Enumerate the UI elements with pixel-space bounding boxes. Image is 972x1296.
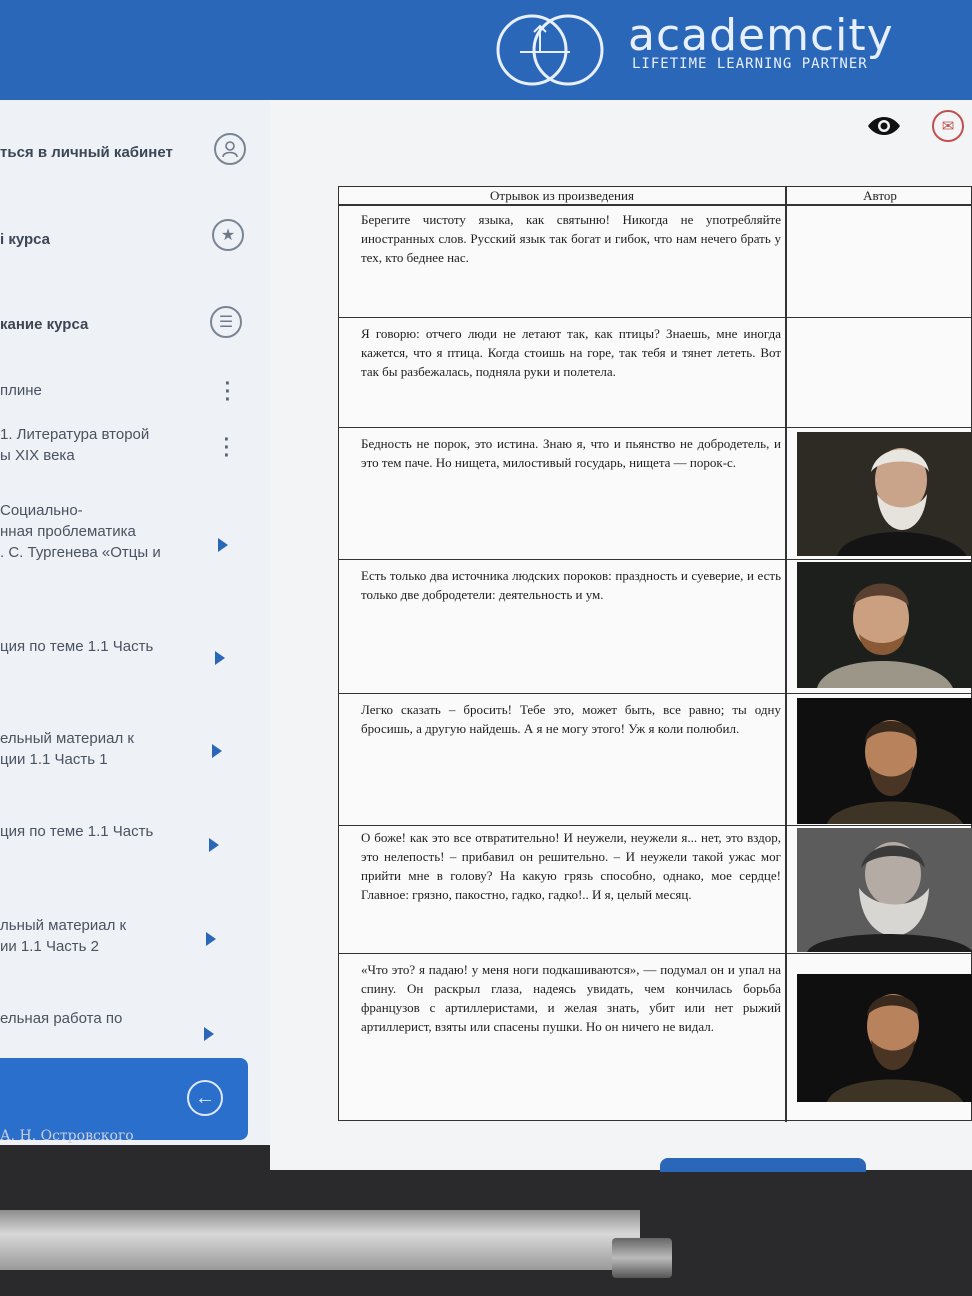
table-header-excerpt: Отрывок из произведения [339, 187, 785, 205]
sidebar-item-turgenev[interactable]: Социально- нная проблематика . С. Турген… [0, 500, 200, 563]
sidebar-item-discipline[interactable]: плине [0, 380, 200, 401]
table-row: Бедность не порок, это истина. Знаю я, ч… [339, 427, 972, 559]
sidebar-item-independent-work[interactable]: ельная работа по [0, 1008, 200, 1029]
table-row: Я говорю: отчего люди не летают так, как… [339, 317, 972, 427]
logo-mark-icon [496, 14, 604, 86]
author-portrait-dark-beard-2[interactable] [797, 974, 972, 1102]
play-arrow-icon[interactable] [212, 744, 222, 758]
play-arrow-icon[interactable] [204, 1027, 214, 1041]
excerpt-text: «Что это? я падаю! у меня ноги подкашива… [361, 962, 781, 1034]
play-arrow-icon[interactable] [215, 651, 225, 665]
sidebar-item-material-2[interactable]: льный материал к ии 1.1 Часть 2 [0, 915, 200, 957]
play-arrow-icon[interactable] [218, 538, 228, 552]
author-portrait-fur-collar[interactable] [797, 562, 972, 688]
excerpt-text: Бедность не порок, это истина. Знаю я, ч… [361, 436, 781, 470]
eye-icon[interactable] [866, 112, 902, 140]
quote-author-table: Отрывок из произведения Автор Берегите ч… [338, 186, 972, 1122]
brand-tagline: LIFETIME LEARNING PARTNER [632, 56, 868, 72]
play-arrow-icon[interactable] [206, 932, 216, 946]
user-icon[interactable] [214, 133, 246, 165]
table-row: Берегите чистоту языка, как святыню! Ник… [339, 205, 972, 317]
stylus-pen [0, 1210, 640, 1270]
excerpt-text: Я говорю: отчего люди не летают так, как… [361, 326, 781, 379]
excerpt-text: О боже! как это все отвратительно! И неу… [361, 830, 781, 902]
sidebar-item-personal-cabinet[interactable]: ться в личный кабинет [0, 142, 200, 163]
sidebar-item-lecture-2[interactable]: ция по теме 1.1 Часть [0, 821, 200, 842]
table-row: «Что это? я падаю! у меня ноги подкашива… [339, 953, 972, 1122]
bottom-caption: А. Н. Островского [0, 1128, 134, 1144]
author-portrait-gray-beard[interactable] [797, 828, 972, 952]
sidebar-item-material-1[interactable]: ельный материал к ции 1.1 Часть 1 [0, 728, 200, 770]
table-header-author: Автор [787, 187, 972, 205]
sidebar-item-literature[interactable]: 1. Литература второй ы XIX века [0, 424, 200, 466]
brand-name: academcity [628, 10, 894, 61]
app-header: academcity LIFETIME LEARNING PARTNER [0, 0, 972, 100]
excerpt-text: Есть только два источника людских пороко… [361, 568, 781, 602]
author-portrait-white-beard[interactable] [797, 432, 972, 556]
course-sidebar [0, 100, 270, 1145]
play-arrow-icon[interactable] [209, 838, 219, 852]
table-row: Легко сказать – бросить! Тебе это, может… [339, 693, 972, 825]
author-portrait-dark-beard[interactable] [797, 698, 972, 824]
kebab-icon[interactable]: · · · [223, 374, 233, 410]
star-icon[interactable]: ★ [212, 219, 244, 251]
excerpt-text: Легко сказать – бросить! Тебе это, может… [361, 702, 781, 736]
stylus-cap [612, 1238, 672, 1278]
table-row: Есть только два источника людских пороко… [339, 559, 972, 693]
kebab-icon[interactable]: · · · [222, 430, 232, 466]
list-icon[interactable]: ☰ [210, 306, 242, 338]
mail-icon[interactable]: ✉ [932, 110, 964, 142]
sidebar-item-course-contents[interactable]: кание курса [0, 314, 200, 335]
sidebar-item-lecture-1[interactable]: ция по теме 1.1 Часть [0, 636, 200, 657]
excerpt-text: Берегите чистоту языка, как святыню! Ник… [361, 212, 781, 265]
arrow-left-icon[interactable]: ← [187, 1080, 223, 1116]
sidebar-item-course[interactable]: і курса [0, 229, 200, 250]
bottom-tab [660, 1158, 866, 1172]
table-row: О боже! как это все отвратительно! И неу… [339, 825, 972, 953]
